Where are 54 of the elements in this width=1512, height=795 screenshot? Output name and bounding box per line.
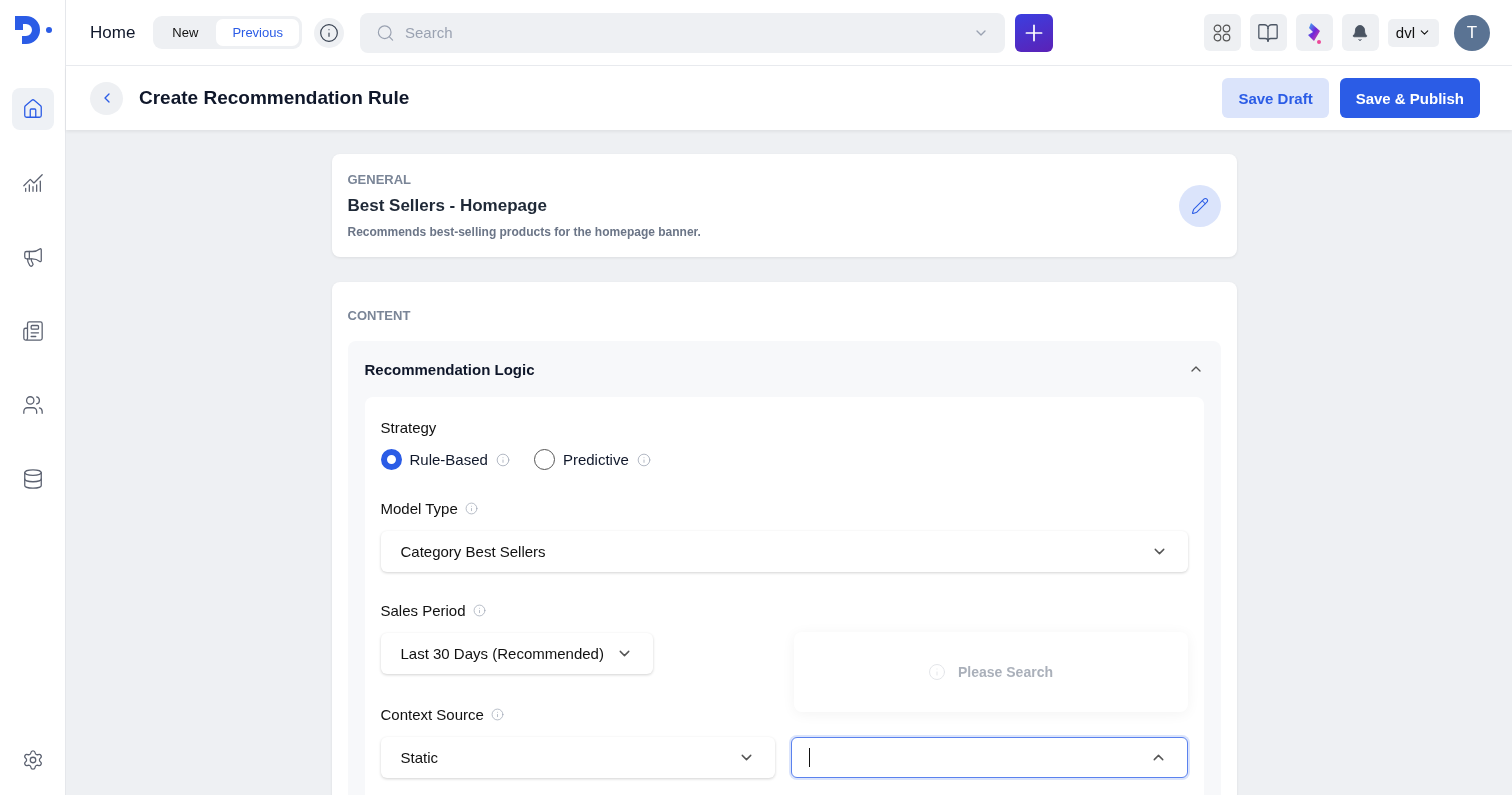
info-button[interactable] (313, 17, 344, 48)
home-nav-button[interactable] (11, 88, 54, 130)
toggle-option[interactable]: Previous (216, 19, 299, 46)
publish-button[interactable]: Save & Publish (1339, 78, 1480, 118)
draft-button[interactable]: Save Draft (1222, 78, 1329, 118)
info-icon (928, 663, 946, 681)
page-title: Home (90, 22, 136, 43)
select-field[interactable]: Static (380, 737, 775, 778)
chart-icon (21, 172, 44, 194)
home-icon (21, 98, 44, 120)
section-label: GENERAL (347, 172, 413, 187)
search-select-field[interactable] (790, 737, 1188, 778)
field-label: Sales Period (380, 602, 466, 619)
add-button[interactable] (1014, 13, 1053, 52)
search-field[interactable]: Search (359, 12, 1005, 53)
toggle-option[interactable]: New (156, 19, 215, 46)
newspaper-icon (21, 320, 44, 342)
notifications-button[interactable] (1341, 14, 1379, 51)
info-icon (464, 502, 478, 515)
megaphone-icon (21, 246, 44, 268)
field-label: Context Source (380, 706, 484, 723)
apps-button[interactable] (1203, 14, 1241, 51)
rule-name: Best Sellers - Homepage (347, 196, 547, 216)
assistant-button[interactable] (1295, 14, 1333, 51)
settings-icon (21, 749, 44, 771)
user-avatar[interactable]: T (1454, 14, 1490, 51)
text-cursor (808, 748, 810, 767)
field-label: Strategy (380, 419, 437, 436)
pencil-icon (1190, 197, 1209, 215)
empty-message: Please Search (958, 664, 1053, 680)
bell-icon (1351, 23, 1370, 42)
book-button[interactable] (1249, 14, 1287, 51)
header-title: Create Recommendation Rule (139, 87, 410, 109)
radio-button[interactable] (533, 449, 555, 470)
radio-button[interactable] (380, 449, 402, 470)
section-label: CONTENT (347, 308, 412, 323)
select-field[interactable]: Last 30 Days (Recommended) (380, 633, 653, 674)
radio-label: Rule-Based (409, 451, 488, 468)
info-icon (636, 452, 651, 467)
info-icon (490, 708, 504, 721)
rule-description: Recommends best-selling products for the homepage banner. (347, 225, 702, 239)
field-label: Model Type (380, 500, 458, 517)
accordion-title: Recommendation Logic (364, 360, 535, 378)
workspace-selector[interactable]: dvl (1387, 18, 1439, 47)
radio-label: Predictive (562, 451, 629, 468)
edit-button[interactable] (1178, 185, 1221, 227)
book-icon (1257, 21, 1280, 44)
database-icon (21, 468, 44, 490)
info-icon (472, 604, 486, 617)
people-icon (21, 394, 44, 416)
info-icon (495, 452, 510, 467)
info-icon (318, 22, 339, 43)
select-field[interactable]: Category Best Sellers (380, 531, 1188, 572)
circles-grid-icon (1213, 23, 1232, 42)
